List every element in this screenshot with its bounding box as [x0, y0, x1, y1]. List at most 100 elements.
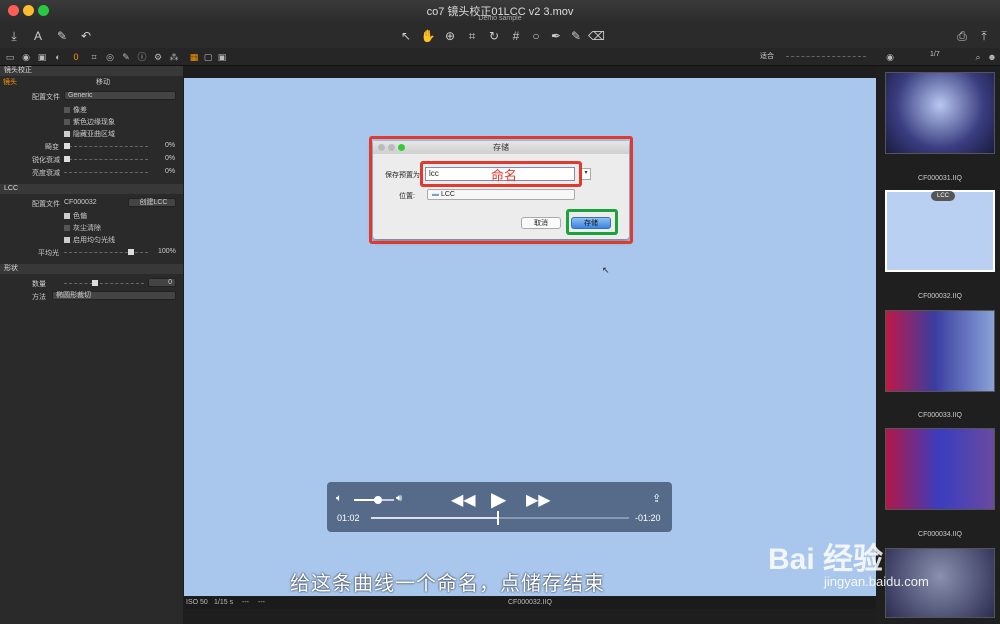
import-icon[interactable]: ⤓ [6, 28, 22, 44]
light-falloff-slider[interactable] [64, 172, 148, 173]
detail-icon[interactable]: ◎ [104, 51, 116, 63]
profile-label: 配置文件 [32, 94, 60, 101]
settings-icon[interactable]: ⚙ [152, 51, 164, 63]
video-subtitle: 给这条曲线一个命名，点储存结束 [290, 573, 605, 595]
rotate-icon[interactable]: ↻ [486, 28, 502, 44]
checkbox-color-cast[interactable]: 色偏 [64, 211, 87, 221]
uniform-light-label: 平均光 [38, 250, 59, 257]
elapsed-time: 01:02 [337, 513, 360, 523]
hand-icon[interactable]: ✋ [420, 28, 436, 44]
text-tool-icon[interactable]: A [30, 28, 46, 44]
tab-move[interactable]: 移动 [96, 77, 110, 87]
share-icon[interactable]: ⇪ [652, 492, 661, 505]
grid-view-icon[interactable]: ▦ [188, 51, 200, 63]
checkbox-uniform-light-label: 启用均匀光线 [73, 237, 115, 244]
status-filename: CF000032.IIQ [508, 599, 552, 606]
checkbox-aberration[interactable]: 像差 [64, 105, 87, 115]
adjust-icon[interactable]: ✎ [120, 51, 132, 63]
light-falloff-label: 亮度衰减 [32, 170, 60, 177]
batch-icon[interactable]: ⁂ [168, 51, 180, 63]
left-tool-panel: 镜头校正 镜头 移动 配置文件 Generic 像差 紫色边缘现象 隐藏亚曲区域… [0, 66, 183, 624]
sharpness-falloff-slider[interactable] [64, 156, 148, 162]
checkbox-dust-removal[interactable]: 灰尘清除 [64, 223, 101, 233]
user-icon[interactable]: ☻ [986, 51, 998, 63]
progress-bar[interactable] [371, 511, 629, 525]
playhead[interactable] [497, 511, 500, 525]
profile-select[interactable]: Generic [64, 91, 176, 100]
zoom-icon[interactable]: ⊕ [442, 28, 458, 44]
pick-icon[interactable]: ✒ [548, 28, 564, 44]
sharpness-falloff-value: 0% [165, 155, 176, 162]
pointer-icon[interactable]: ↖ [398, 28, 414, 44]
checkbox-hide-area-label: 隐藏亚曲区域 [73, 131, 115, 138]
lcc-badge: LCC [931, 191, 955, 201]
create-lcc-button[interactable]: 创建LCC [128, 198, 176, 207]
method-label: 方法 [32, 294, 46, 301]
lcc-header[interactable]: LCC [0, 184, 183, 194]
lcc-profile-value: CF000032 [64, 199, 97, 206]
camera-icon[interactable]: ◉ [20, 51, 32, 63]
rewind-icon[interactable]: ◀◀ [451, 490, 476, 510]
checkbox-color-cast-label: 色偏 [73, 213, 87, 220]
zoom-slider[interactable] [786, 56, 866, 57]
volume-high-icon[interactable]: 🔊︎ [396, 493, 402, 504]
color-icon[interactable]: ◐ [52, 51, 64, 63]
amount-label: 数量 [32, 281, 46, 288]
thumbnail-4[interactable] [885, 428, 995, 510]
page-counter: 1/7 [930, 51, 940, 58]
shutter-value: 1/15 s [214, 599, 234, 606]
image-icon[interactable]: ▣ [36, 51, 48, 63]
status-bar: ISO 50 1/15 s --- --- CF000032.IIQ [184, 597, 876, 609]
volume-low-icon[interactable]: 🔈︎ [336, 493, 342, 504]
brush-icon[interactable]: ✎ [54, 28, 70, 44]
baidu-url: jingyan.baidu.com [824, 574, 929, 589]
method-select[interactable]: 椭圆形裁切 [52, 291, 176, 300]
checkbox-purple-fringe[interactable]: 紫色边缘现象 [64, 117, 115, 127]
checkbox-uniform-light[interactable]: 启用均匀光线 [64, 235, 115, 245]
checkbox-purple-fringe-label: 紫色边缘现象 [73, 119, 115, 126]
crop-icon[interactable]: ⌗ [464, 28, 480, 44]
thumbnail-2[interactable]: LCC [885, 190, 995, 272]
eye-icon[interactable]: ◉ [884, 51, 896, 63]
lens-correction-header[interactable]: 镜头校正 [0, 66, 183, 76]
crop-tool-icon[interactable]: ⌗ [88, 51, 100, 63]
search-icon[interactable]: ⌕ [972, 51, 984, 63]
compare-view-icon[interactable]: ▣ [216, 51, 228, 63]
light-falloff-value: 0% [165, 168, 176, 175]
focal-value: --- [258, 599, 265, 606]
lens-icon[interactable]: 0 [70, 51, 82, 63]
play-icon[interactable]: ▶ [491, 487, 506, 512]
single-view-icon[interactable]: ▢ [202, 51, 214, 63]
distortion-value: 0% [165, 142, 176, 149]
checkbox-hide-area[interactable]: 隐藏亚曲区域 [64, 129, 115, 139]
baidu-brand: Bai 经验 [768, 543, 884, 576]
checkbox-aberration-label: 像差 [73, 107, 87, 114]
folder-icon[interactable]: ▭ [4, 51, 16, 63]
aperture-value: --- [242, 599, 249, 606]
info-icon[interactable]: ⓘ [136, 51, 148, 63]
amount-slider[interactable] [64, 280, 144, 286]
volume-slider[interactable] [354, 496, 394, 504]
amount-value[interactable]: 0 [148, 278, 176, 287]
name-annotation: 命名 [491, 168, 518, 183]
fast-forward-icon[interactable]: ▶▶ [526, 490, 551, 510]
title-bar: co7 镜头校正01LCC v2 3.mov Demo sample [0, 0, 1000, 24]
circle-icon[interactable]: ○ [528, 28, 544, 44]
baidu-watermark: Bai 经验 jingyan.baidu.com [768, 516, 1000, 596]
print-icon[interactable]: ⎙ [954, 28, 970, 44]
tab-lens[interactable]: 镜头 [3, 77, 17, 87]
save-button-highlight [566, 209, 618, 235]
progress-fill [371, 517, 498, 519]
shape-header[interactable]: 形状 [0, 264, 183, 274]
thumbnail-3[interactable] [885, 310, 995, 392]
pen-icon[interactable]: ✎ [568, 28, 584, 44]
volume-knob[interactable] [374, 496, 382, 504]
distortion-slider[interactable] [64, 143, 148, 149]
export-icon[interactable]: ⤒ [976, 28, 992, 44]
grid-icon[interactable]: # [508, 28, 524, 44]
thumbnail-1[interactable] [885, 72, 995, 154]
uniform-light-value: 100% [158, 248, 176, 255]
uniform-light-slider[interactable] [64, 249, 148, 255]
undo-icon[interactable]: ↶ [78, 28, 94, 44]
eraser-icon[interactable]: ⌫ [588, 28, 605, 44]
